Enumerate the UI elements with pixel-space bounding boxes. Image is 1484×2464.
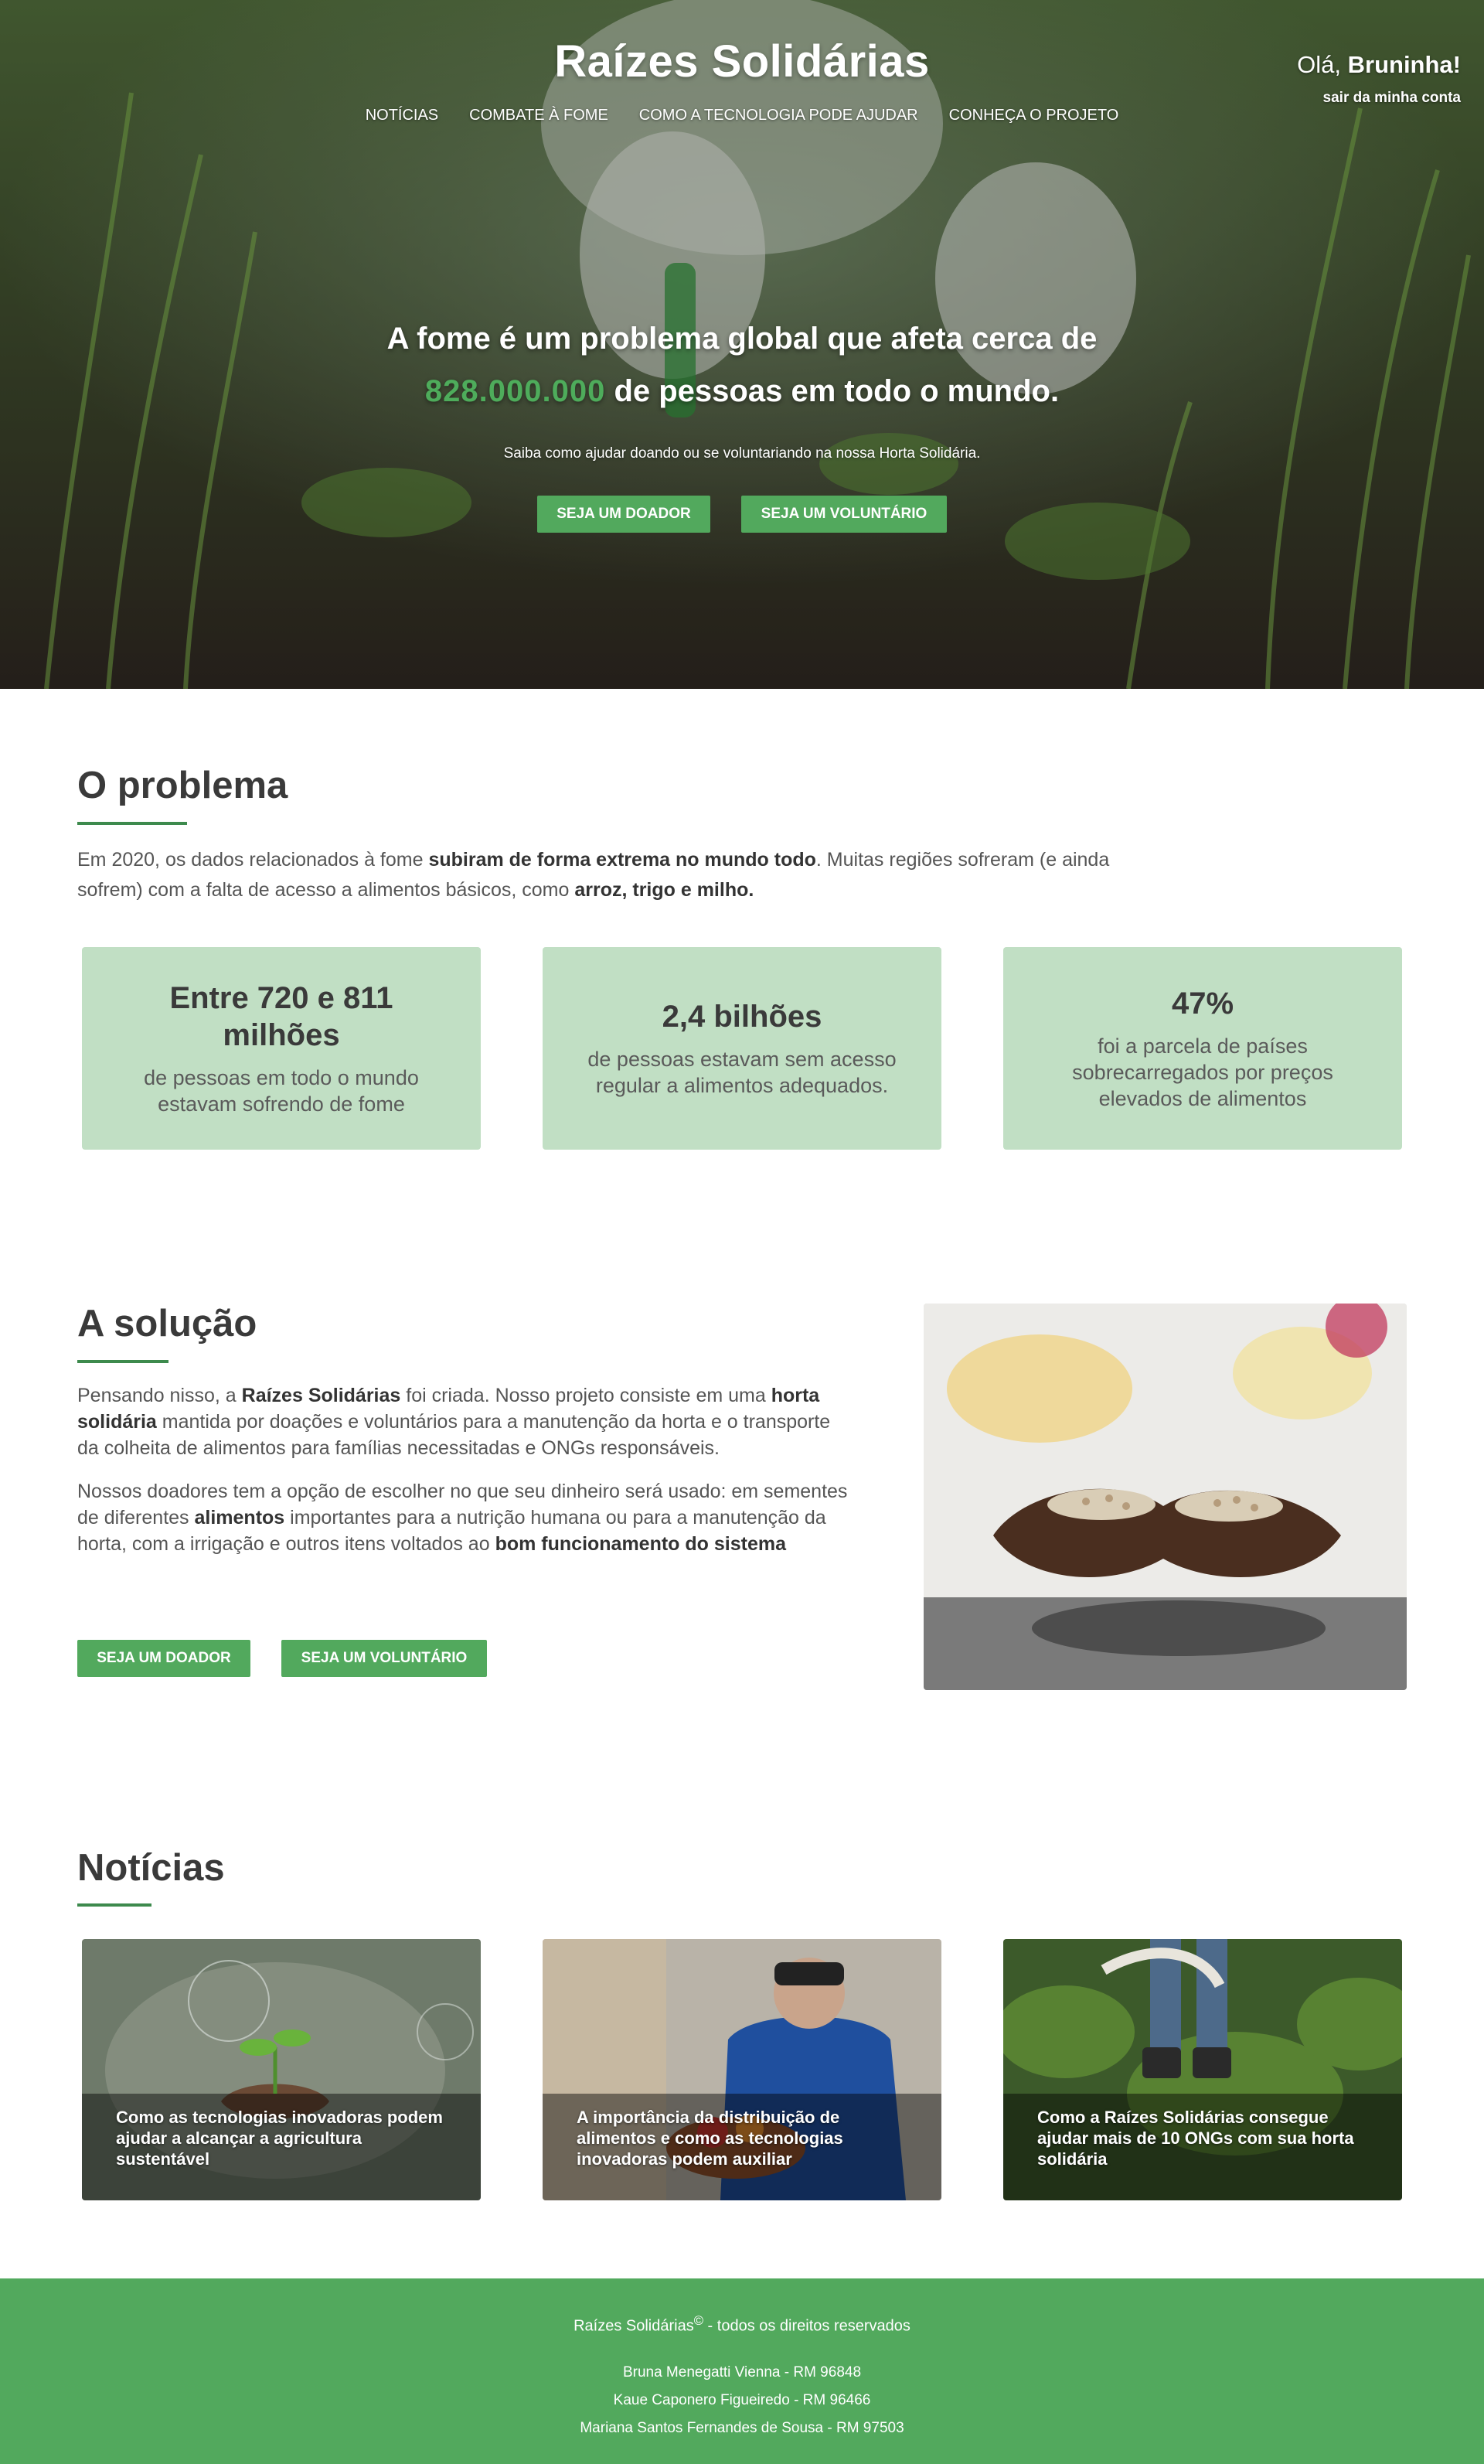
hero-volunteer-button[interactable]: SEJA UM VOLUNTÁRIO — [741, 496, 947, 533]
solution-paragraph: Pensando nisso, a Raízes Solidárias foi … — [77, 1382, 850, 1461]
hero-section: Raízes Solidárias NOTÍCIAS COMBATE À FOM… — [0, 0, 1484, 689]
footer-credit-line: Bruna Menegatti Vienna - RM 96848 — [622, 2363, 862, 2381]
nav-tecnologia[interactable]: COMO A TECNOLOGIA PODE AJUDAR — [639, 107, 918, 124]
hero-donor-button[interactable]: SEJA UM DOADOR — [537, 496, 710, 533]
news-card-title: Como as tecnologias inovadoras podem aju… — [116, 2108, 443, 2169]
solution-text-part: mantida por doações e voluntários para a… — [77, 1411, 831, 1459]
news-title-rule — [77, 1903, 151, 1907]
hero-headline-line1: A fome é um problema global que afeta ce… — [386, 322, 1098, 356]
footer-rights: - todos os direitos reservados — [703, 2317, 910, 2335]
problem-text-part: Em 2020, os dados relacionados à fome — [77, 849, 429, 871]
footer-credit-line: Mariana Santos Fernandes de Sousa - RM 9… — [580, 2419, 904, 2436]
solution-text-highlight: alimentos — [194, 1507, 285, 1528]
problem-text: Em 2020, os dados relacionados à fome su… — [77, 845, 1175, 905]
hero-hunger-count: 828.000.000 — [424, 374, 606, 408]
news-card[interactable]: Como as tecnologias inovadoras podem aju… — [82, 1939, 481, 2200]
solution-paragraph: Nossos doadores tem a opção de escolher … — [77, 1478, 850, 1557]
site-title: Raízes Solidárias — [554, 36, 930, 87]
footer-brand: Raízes Solidárias — [574, 2317, 694, 2335]
problem-title-rule — [77, 822, 187, 825]
hero-actions: SEJA UM DOADOR SEJA UM VOLUNTÁRIO — [0, 496, 1484, 533]
solution-actions: SEJA UM DOADOR SEJA UM VOLUNTÁRIO — [77, 1640, 487, 1677]
nav-projeto[interactable]: CONHEÇA O PROJETO — [949, 107, 1119, 124]
footer-copyright: Raízes Solidárias© - todos os direitos r… — [0, 2313, 1484, 2336]
greeting-prefix: Olá, — [1297, 51, 1348, 78]
nav-combate-fome[interactable]: COMBATE À FOME — [469, 107, 608, 124]
solution-text: Pensando nisso, a Raízes Solidárias foi … — [77, 1382, 850, 1557]
stat-description: foi a parcela de países sobrecarregados … — [1072, 1034, 1333, 1110]
news-card-title: A importância da distribuição de aliment… — [577, 2108, 843, 2169]
solution-hands-seeds-photo — [924, 1304, 1407, 1690]
nav-noticias[interactable]: NOTÍCIAS — [366, 107, 438, 124]
solution-text-highlight: Raízes Solidárias — [241, 1385, 401, 1406]
user-greeting: Olá, Bruninha! — [1297, 51, 1461, 79]
news-card[interactable]: Como a Raízes Solidárias consegue ajudar… — [1003, 1939, 1402, 2200]
stat-card: 47% foi a parcela de países sobrecarrega… — [1003, 947, 1402, 1150]
hands-seeds-image — [924, 1304, 1407, 1690]
stat-value: 2,4 bilhões — [662, 1000, 822, 1034]
news-title: Notícias — [77, 1847, 225, 1889]
solution-text-highlight: bom funcionamento do sistema — [495, 1533, 787, 1555]
main-nav: NOTÍCIAS COMBATE À FOME COMO A TECNOLOGI… — [0, 107, 1484, 124]
hero-headline: A fome é um problema global que afeta ce… — [0, 312, 1484, 417]
footer-credits: Bruna Menegatti Vienna - RM 96848 Kaue C… — [0, 2359, 1484, 2442]
news-card-title: Como a Raízes Solidárias consegue ajudar… — [1037, 2108, 1354, 2169]
problem-title: O problema — [77, 765, 288, 806]
problem-text-highlight: arroz, trigo e milho. — [574, 879, 754, 901]
stat-description: de pessoas em todo o mundo estavam sofre… — [144, 1066, 419, 1116]
site-footer: Raízes Solidárias© - todos os direitos r… — [0, 2278, 1484, 2464]
stat-value: Entre 720 e 811 milhões — [169, 981, 393, 1052]
logout-link[interactable]: sair da minha conta — [1297, 90, 1461, 107]
footer-credit-line: Kaue Caponero Figueiredo - RM 96466 — [613, 2391, 871, 2408]
user-greeting-box: Olá, Bruninha! sair da minha conta — [1297, 51, 1461, 107]
hero-headline-line2: de pessoas em todo o mundo. — [605, 374, 1060, 408]
solution-donor-button[interactable]: SEJA UM DOADOR — [77, 1640, 250, 1677]
copyright-mark: © — [693, 2313, 703, 2328]
stat-card: Entre 720 e 811 milhões de pessoas em to… — [82, 947, 481, 1150]
stat-value: 47% — [1171, 987, 1234, 1021]
solution-text-part: Pensando nisso, a — [77, 1385, 242, 1406]
user-name: Bruninha! — [1347, 51, 1461, 78]
news-card[interactable]: A importância da distribuição de aliment… — [543, 1939, 941, 2200]
solution-title: A solução — [77, 1303, 257, 1344]
stat-card: 2,4 bilhões de pessoas estavam sem acess… — [543, 947, 941, 1150]
hero-subtitle: Saiba como ajudar doando ou se voluntari… — [503, 445, 981, 462]
solution-title-rule — [77, 1360, 168, 1363]
solution-text-part: foi criada. Nosso projeto consiste em um… — [400, 1385, 771, 1406]
stat-description: de pessoas estavam sem acesso regular a … — [587, 1048, 897, 1097]
solution-volunteer-button[interactable]: SEJA UM VOLUNTÁRIO — [281, 1640, 487, 1677]
problem-text-highlight: subiram de forma extrema no mundo todo — [428, 849, 816, 871]
